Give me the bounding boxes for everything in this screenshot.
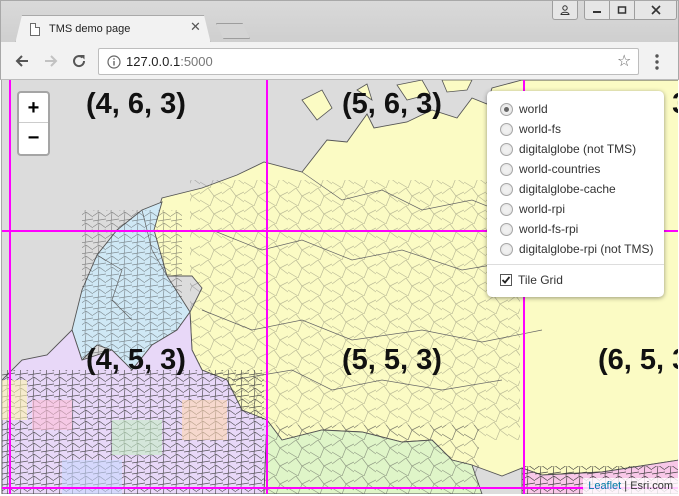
restore-icon xyxy=(617,6,627,14)
more-vertical-icon xyxy=(655,54,659,70)
layer-label: world-countries xyxy=(519,162,601,176)
browser-titlebar: TMS demo page ✕ xyxy=(0,0,679,42)
zoom-in-button[interactable]: + xyxy=(19,93,48,123)
tile-label: (6, 5, 3) xyxy=(598,344,678,376)
forward-button[interactable] xyxy=(41,51,61,71)
url-host: 127.0.0.1 xyxy=(126,54,181,69)
layer-label: world xyxy=(519,102,548,116)
radio-button[interactable] xyxy=(500,122,513,136)
base-layer-option[interactable]: world-rpi xyxy=(500,199,654,219)
url-port: :5000 xyxy=(180,54,213,69)
radio-button[interactable] xyxy=(500,182,513,196)
radio-button[interactable] xyxy=(500,162,513,176)
url-text[interactable]: 127.0.0.1:5000 xyxy=(126,54,213,69)
minimize-icon xyxy=(593,11,601,13)
radio-button[interactable] xyxy=(500,222,513,236)
radio-button[interactable] xyxy=(500,242,513,256)
layer-label: world-rpi xyxy=(519,202,566,216)
overlay-option-tile-grid[interactable]: Tile Grid xyxy=(500,270,654,290)
base-layer-option[interactable]: world xyxy=(500,99,654,119)
overlay-label: Tile Grid xyxy=(518,273,563,287)
base-layer-option[interactable]: world-fs xyxy=(500,119,654,139)
tab-title: TMS demo page xyxy=(49,23,131,35)
leaflet-link[interactable]: Leaflet xyxy=(588,480,621,492)
tile-label: (4, 6, 3) xyxy=(86,88,186,120)
radio-button[interactable] xyxy=(500,102,513,116)
back-button[interactable] xyxy=(12,51,32,71)
landmass-south xyxy=(263,418,483,494)
browser-tab-content: TMS demo page ✕ xyxy=(16,17,209,44)
base-layer-option[interactable]: world-fs-rpi xyxy=(500,219,654,239)
base-layer-option[interactable]: digitalglobe-cache xyxy=(500,179,654,199)
layer-separator xyxy=(487,264,664,265)
tab-close-icon[interactable]: ✕ xyxy=(190,20,201,36)
attribution-separator: | xyxy=(621,480,631,492)
menu-button[interactable] xyxy=(651,53,663,71)
base-layer-option[interactable]: digitalglobe (not TMS) xyxy=(500,139,654,159)
zoom-out-button[interactable]: − xyxy=(19,123,48,153)
tile-label: (5, 6, 3) xyxy=(342,88,442,120)
profile-button[interactable] xyxy=(552,1,578,20)
page-icon xyxy=(30,23,40,36)
base-layer-option[interactable]: world-countries xyxy=(500,159,654,179)
maximize-button[interactable] xyxy=(609,1,635,20)
new-tab-button[interactable] xyxy=(216,23,250,39)
back-arrow-icon xyxy=(15,55,28,67)
map-attribution: Leaflet | Esri.com xyxy=(583,478,678,494)
close-icon xyxy=(650,5,661,15)
layer-label: digitalglobe-rpi (not TMS) xyxy=(519,242,654,256)
layer-label: digitalglobe (not TMS) xyxy=(519,142,637,156)
tile-label: (5, 5, 3) xyxy=(342,344,442,376)
base-layer-option[interactable]: digitalglobe-rpi (not TMS) xyxy=(500,239,654,259)
radio-button[interactable] xyxy=(500,142,513,156)
layer-label: digitalglobe-cache xyxy=(519,182,616,196)
layer-label: world-fs-rpi xyxy=(519,222,579,236)
reload-icon xyxy=(73,55,86,68)
address-bar[interactable]: 127.0.0.1:5000 ☆ xyxy=(98,48,639,75)
tile-label: (4, 5, 3) xyxy=(86,344,186,376)
layer-label: world-fs xyxy=(519,122,562,136)
close-window-button[interactable] xyxy=(634,1,677,20)
bookmark-star-icon[interactable]: ☆ xyxy=(617,52,631,70)
attribution-source: Esri.com xyxy=(630,480,673,492)
layer-control-panel: world world-fs digitalglobe (not TMS) wo… xyxy=(487,91,664,297)
checkbox[interactable] xyxy=(500,274,512,286)
radio-button[interactable] xyxy=(500,202,513,216)
info-icon[interactable] xyxy=(107,54,121,73)
user-icon xyxy=(560,5,570,15)
reload-button[interactable] xyxy=(69,51,89,71)
zoom-control: + − xyxy=(17,91,50,156)
checkmark-icon xyxy=(501,276,511,284)
minimize-button[interactable] xyxy=(584,1,610,20)
browser-toolbar: 127.0.0.1:5000 ☆ xyxy=(0,42,679,80)
map-container[interactable]: (4, 6, 3) (5, 6, 3) (6, 6, 3) (4, 5, 3) … xyxy=(1,80,678,494)
forward-arrow-icon xyxy=(45,55,58,67)
